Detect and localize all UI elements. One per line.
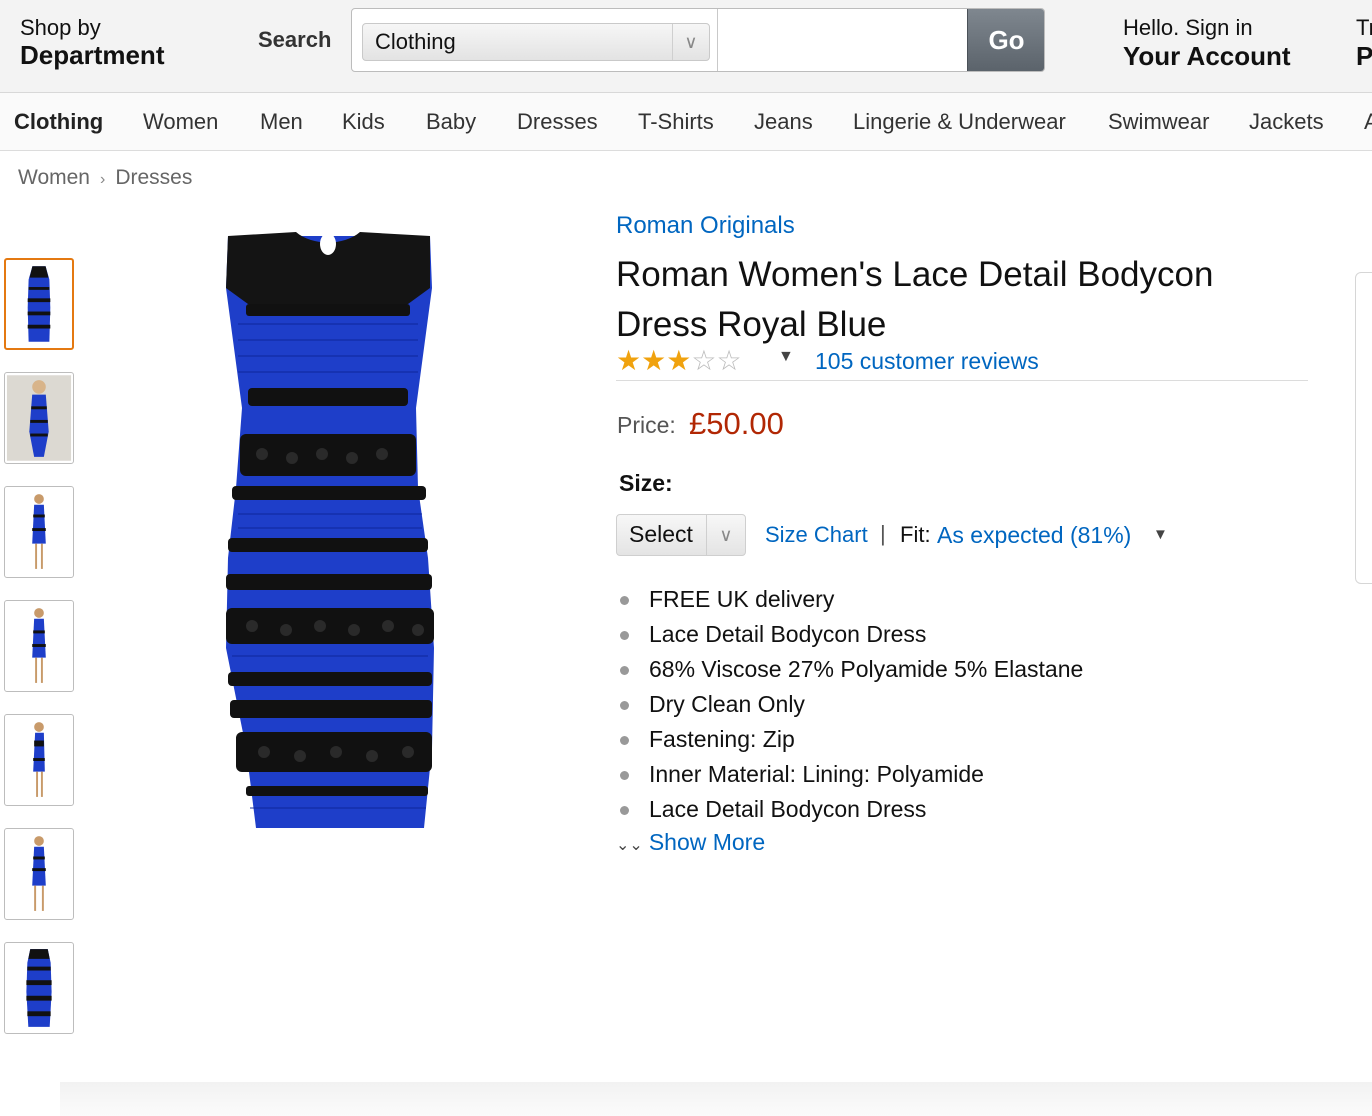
search-label: Search (258, 27, 332, 52)
double-chevron-down-icon: ⌄⌄ (616, 837, 643, 854)
list-item: 68% Viscose 27% Polyamide 5% Elastane (616, 652, 1083, 687)
nav-item-truncated[interactable]: A (1364, 109, 1372, 135)
list-item: Lace Detail Bodycon Dress (616, 617, 1083, 652)
model-thumbnail-icon (6, 375, 72, 461)
star-filled-icon: ★ (616, 345, 642, 376)
star-filled-icon: ★ (666, 345, 692, 376)
customer-reviews-link[interactable]: 105 customer reviews (815, 348, 1039, 375)
bullet-icon (620, 596, 629, 605)
bullet-text: FREE UK delivery (649, 586, 835, 612)
show-more-link[interactable]: ⌄⌄ Show More (616, 829, 765, 856)
thumbnail-1[interactable] (4, 258, 74, 350)
bullet-icon (620, 631, 629, 640)
star-rating[interactable]: ★★★☆☆ (616, 346, 742, 376)
dress-thumbnail-icon (27, 266, 51, 342)
rating-dropdown-caret-icon[interactable]: ▼ (778, 348, 794, 366)
fit-dropdown-caret-icon[interactable]: ▼ (1153, 526, 1168, 543)
truncated-line1: Tr (1356, 15, 1372, 40)
nav-item-men[interactable]: Men (260, 109, 303, 135)
show-more-label: Show More (648, 829, 766, 855)
nav-item-baby[interactable]: Baby (426, 109, 476, 135)
size-dropdown[interactable]: Select ∨ (616, 514, 746, 556)
bullet-icon (620, 806, 629, 815)
nav-item-clothing[interactable]: Clothing (14, 109, 103, 135)
nav-item-lingerie[interactable]: Lingerie & Underwear (853, 109, 1066, 135)
thumbnail-3[interactable] (4, 486, 74, 578)
price-value: £50.00 (689, 406, 784, 441)
thumbnail-5[interactable] (4, 714, 74, 806)
thumbnail-6[interactable] (4, 828, 74, 920)
list-item: Inner Material: Lining: Polyamide (616, 757, 1083, 792)
side-panel-edge (1355, 272, 1372, 584)
truncated-line2: P (1356, 41, 1372, 71)
department-label: Department (20, 40, 165, 70)
thumbnail-7[interactable] (4, 942, 74, 1034)
top-header: Shop by Department Search Clothing ∨ Go … (0, 0, 1372, 93)
size-chart-link[interactable]: Size Chart (765, 522, 868, 548)
star-empty-icon: ☆ (716, 345, 742, 376)
thumbnail-4[interactable] (4, 600, 74, 692)
shop-by-department-button[interactable]: Shop by Department (20, 15, 165, 71)
thumbnail-2[interactable] (4, 372, 74, 464)
breadcrumb-separator: › (99, 171, 106, 188)
model-thumbnail-icon (32, 494, 46, 569)
size-dropdown-value: Select (629, 521, 693, 547)
chevron-down-icon: ∨ (706, 515, 745, 555)
your-account-label: Your Account (1123, 41, 1291, 71)
breadcrumb-dresses[interactable]: Dresses (115, 166, 192, 189)
fit-value-link[interactable]: As expected (81%) (937, 522, 1131, 549)
product-title: Roman Women's Lace Detail Bodycon Dress … (616, 255, 1214, 344)
nav-item-jackets[interactable]: Jackets (1249, 109, 1324, 135)
bullet-text: Lace Detail Bodycon Dress (649, 796, 927, 822)
divider: | (880, 521, 886, 546)
bullet-icon (620, 666, 629, 675)
chevron-down-icon: ∨ (672, 24, 709, 60)
bullet-icon (620, 771, 629, 780)
size-label: Size: (619, 470, 673, 496)
nav-item-kids[interactable]: Kids (342, 109, 385, 135)
product-main-image[interactable] (212, 228, 444, 836)
bullet-text: Dry Clean Only (649, 691, 805, 717)
search-bar: Clothing ∨ Go (351, 8, 1045, 72)
search-category-dropdown[interactable]: Clothing ∨ (362, 23, 710, 61)
list-item: FREE UK delivery (616, 582, 1083, 617)
search-category-value: Clothing (375, 29, 456, 54)
bullet-text: 68% Viscose 27% Polyamide 5% Elastane (649, 656, 1084, 682)
breadcrumb: Women › Dresses (18, 166, 192, 190)
account-menu[interactable]: Hello. Sign in Your Account (1123, 16, 1291, 72)
nav-item-t-shirts[interactable]: T-Shirts (638, 109, 714, 135)
shop-by-label: Shop by (20, 15, 101, 40)
star-filled-icon: ★ (641, 345, 667, 376)
page-bottom-edge (60, 1082, 1372, 1116)
bullet-icon (620, 701, 629, 710)
list-item: Dry Clean Only (616, 687, 1083, 722)
star-empty-icon: ☆ (691, 345, 717, 376)
bullet-text: Inner Material: Lining: Polyamide (649, 761, 984, 787)
nav-item-jeans[interactable]: Jeans (754, 109, 813, 135)
model-thumbnail-icon (33, 722, 45, 797)
search-input[interactable] (717, 9, 967, 71)
list-item: Fastening: Zip (616, 722, 1083, 757)
bullet-text: Lace Detail Bodycon Dress (649, 621, 927, 647)
fit-label: Fit: (900, 522, 931, 547)
model-thumbnail-icon (32, 836, 46, 911)
list-item: Lace Detail Bodycon Dress (616, 792, 1083, 827)
feature-bullets: FREE UK delivery Lace Detail Bodycon Dre… (616, 582, 1083, 827)
dress-thumbnail-icon (26, 949, 52, 1027)
nav-item-women[interactable]: Women (143, 109, 218, 135)
nav-item-dresses[interactable]: Dresses (517, 109, 598, 135)
nav-item-swimwear[interactable]: Swimwear (1108, 109, 1209, 135)
breadcrumb-women[interactable]: Women (18, 166, 90, 189)
bullet-icon (620, 736, 629, 745)
go-button[interactable]: Go (967, 9, 1044, 71)
truncated-header-link[interactable]: Tr P (1356, 16, 1372, 72)
account-greeting: Hello. Sign in (1123, 15, 1253, 40)
category-nav: Clothing Women Men Kids Baby Dresses T-S… (0, 93, 1372, 151)
brand-link[interactable]: Roman Originals (616, 212, 795, 240)
price-label: Price: (617, 412, 676, 438)
model-thumbnail-icon (32, 608, 46, 683)
bullet-text: Fastening: Zip (649, 726, 795, 752)
rating-row: ★★★☆☆ ▼ 105 customer reviews (616, 344, 1308, 381)
